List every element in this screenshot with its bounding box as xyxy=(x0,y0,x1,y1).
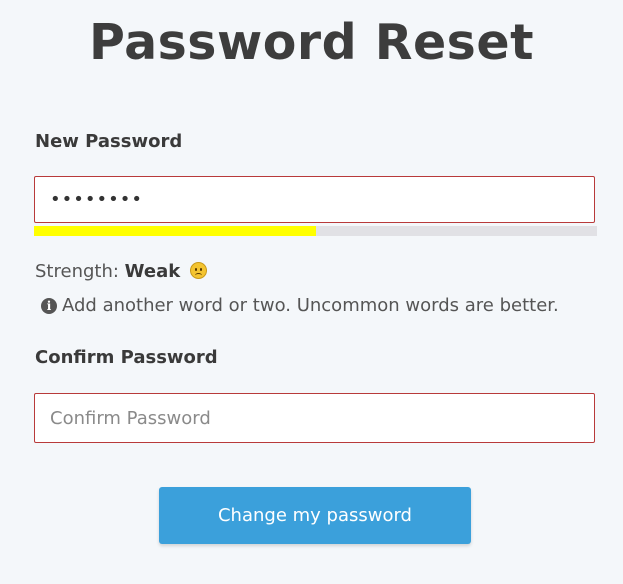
hint-text: Add another word or two. Uncommon words … xyxy=(62,295,559,316)
password-strength-meter xyxy=(34,226,597,236)
strength-indicator: Strength: Weak xyxy=(35,261,207,282)
change-password-button[interactable]: Change my password xyxy=(159,487,471,544)
confirm-password-label: Confirm Password xyxy=(35,347,218,368)
password-hint: i Add another word or two. Uncommon words… xyxy=(41,295,559,316)
confirm-password-input[interactable] xyxy=(34,393,595,443)
strength-level: Weak xyxy=(124,261,181,282)
password-strength-meter-fill xyxy=(34,226,316,236)
new-password-label: New Password xyxy=(35,131,183,152)
new-password-input[interactable] xyxy=(34,176,595,223)
info-icon: i xyxy=(41,298,57,314)
strength-prefix: Strength: xyxy=(35,261,119,282)
frowning-face-icon xyxy=(189,262,207,279)
page-title: Password Reset xyxy=(88,14,534,71)
